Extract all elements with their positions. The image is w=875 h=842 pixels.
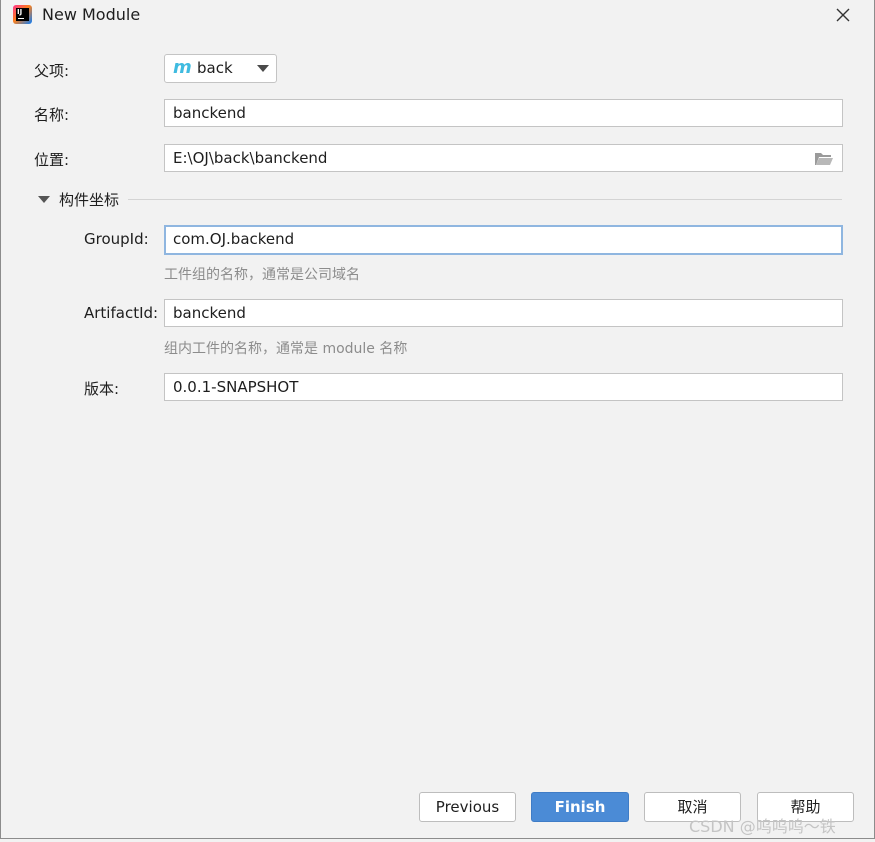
name-input[interactable]: banckend [164, 99, 843, 127]
collapse-triangle-icon[interactable] [38, 196, 50, 204]
version-label: 版本: [84, 380, 120, 398]
folder-browse-icon[interactable] [814, 151, 834, 167]
groupid-label: GroupId: [84, 230, 149, 248]
name-label: 名称: [34, 106, 70, 124]
parent-dropdown[interactable]: m back [164, 54, 277, 83]
title-bar: IJ New Module [1, 0, 874, 30]
location-label: 位置: [34, 151, 70, 169]
window-title: New Module [42, 5, 141, 24]
close-icon[interactable] [830, 2, 856, 28]
csdn-watermark: CSDN @呜呜呜～铁 [689, 817, 836, 836]
chevron-down-icon [257, 65, 269, 72]
location-input[interactable]: E:\OJ\back\banckend [164, 144, 843, 172]
artifactid-label: ArtifactId: [84, 304, 159, 322]
version-input[interactable]: 0.0.1-SNAPSHOT [164, 373, 843, 401]
new-module-dialog: IJ New Module 父项: m back 名称: banckend 位置… [0, 0, 875, 839]
parent-value: back [197, 59, 233, 77]
artifact-coordinates-section-label[interactable]: 构件坐标 [59, 189, 119, 210]
section-divider [128, 199, 842, 200]
groupid-hint: 工件组的名称，通常是公司域名 [164, 267, 360, 283]
artifactid-hint: 组内工件的名称，通常是 module 名称 [164, 341, 408, 357]
intellij-idea-icon: IJ [13, 5, 32, 24]
parent-label: 父项: [34, 62, 70, 80]
groupid-input[interactable]: com.OJ.backend [164, 225, 843, 255]
previous-button[interactable]: Previous [419, 792, 516, 822]
finish-button[interactable]: Finish [531, 792, 629, 822]
artifactid-input[interactable]: banckend [164, 299, 843, 327]
module-m-icon: m [173, 57, 192, 78]
